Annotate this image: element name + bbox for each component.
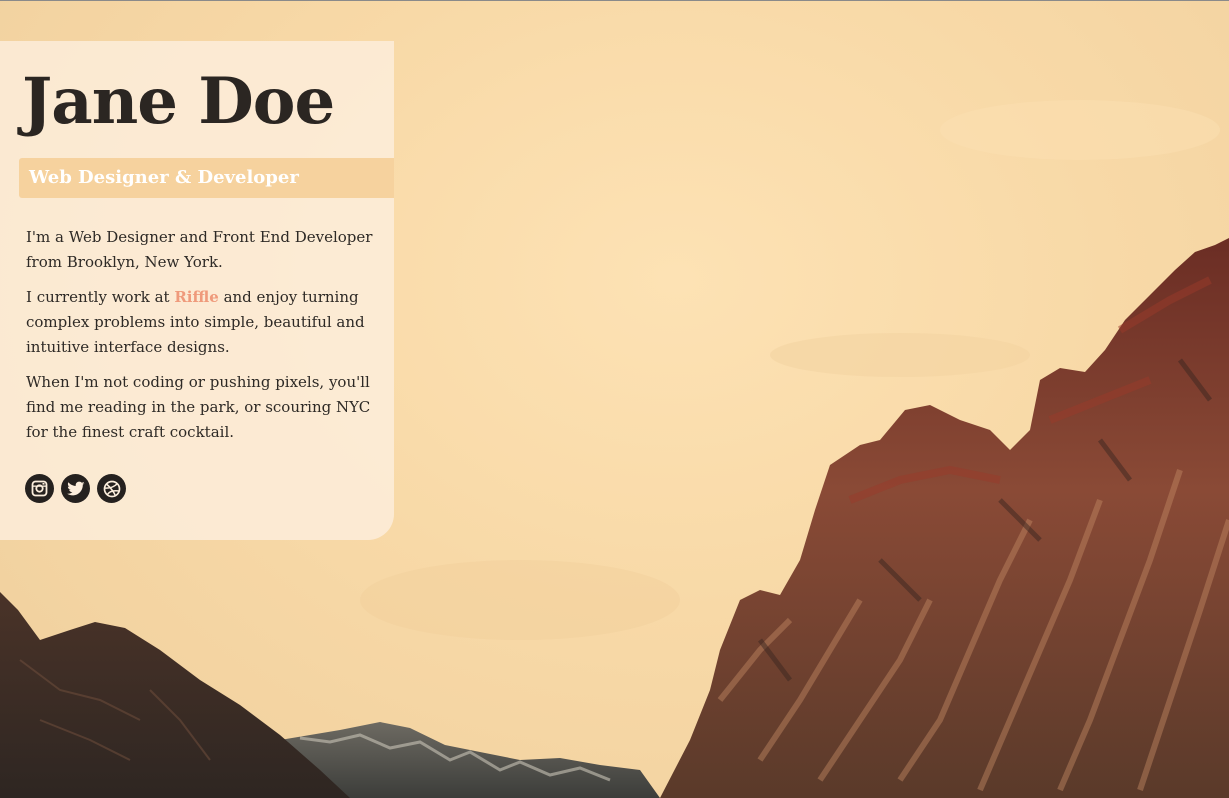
bio-paragraph-1: I'm a Web Designer and Front End Develop…: [26, 228, 373, 271]
bio-section: I'm a Web Designer and Front End Develop…: [26, 225, 378, 455]
subtitle-band: Web Designer & Developer: [19, 158, 394, 198]
bio-paragraph-2: I currently work at Riffle and enjoy tur…: [26, 285, 378, 360]
bio-paragraph-3: When I'm not coding or pushing pixels, y…: [26, 373, 371, 441]
riffle-link[interactable]: Riffle: [174, 288, 218, 306]
profile-name: Jane Doe: [22, 64, 335, 139]
profile-subtitle: Web Designer & Developer: [29, 167, 299, 188]
instagram-button[interactable]: [25, 474, 54, 503]
dribbble-button[interactable]: [97, 474, 126, 503]
instagram-icon: [31, 480, 48, 497]
twitter-icon: [66, 481, 84, 495]
intro-card: Jane Doe Web Designer & Developer I'm a …: [0, 41, 394, 540]
social-links: [25, 474, 126, 503]
twitter-button[interactable]: [61, 474, 90, 503]
window-top-border: [0, 0, 1229, 1]
bio-paragraph-2-before: I currently work at: [26, 288, 175, 306]
dribbble-icon: [103, 480, 120, 497]
